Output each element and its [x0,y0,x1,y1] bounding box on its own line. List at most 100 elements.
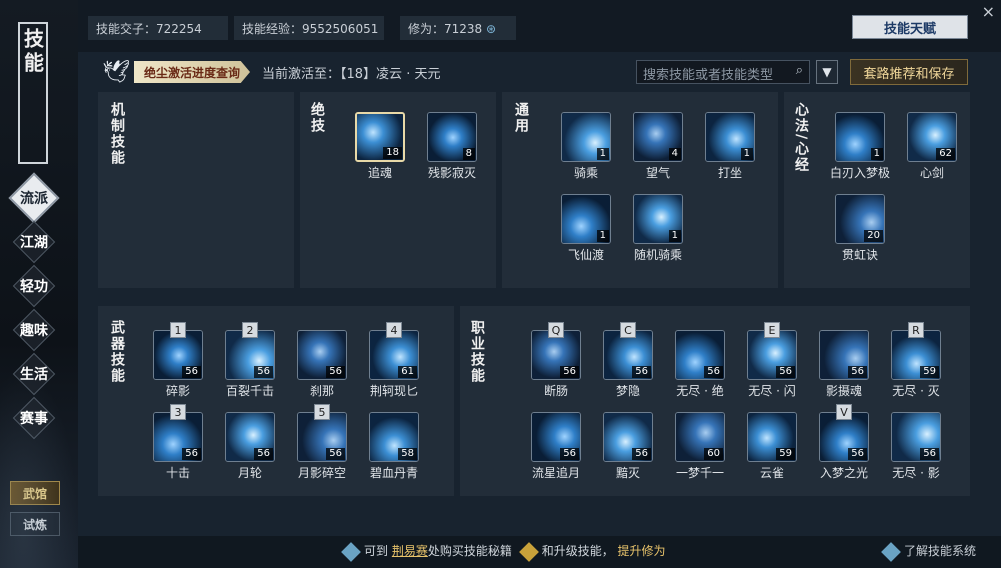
skill-slot[interactable]: 58 碧血丹青 [364,412,424,482]
skill-slot[interactable]: 18 追魂 [350,112,410,182]
skill-slot[interactable]: 4 望气 [628,112,688,182]
save-routine-button[interactable]: 套路推荐和保存 [850,59,968,85]
market-link[interactable]: 荆易赛 [392,544,428,558]
skill-icon[interactable]: 59 [747,412,797,462]
help-icon [881,541,901,562]
progress-query-button[interactable]: 绝尘激活进度查询 [134,61,251,83]
skill-icon[interactable]: 1 [561,194,611,244]
skill-icon[interactable]: 1 [561,112,611,162]
skill-level: 56 [560,366,579,378]
skill-slot[interactable]: 59 R 无尽 · 灭 [886,322,946,400]
skill-icon[interactable]: 56 [297,330,347,380]
skill-name: 流星追月 [531,466,580,480]
close-icon[interactable]: × [982,2,995,21]
footer-hint: 可到 荆易赛处购买技能秘籍 和升级技能， 提升修为 [341,541,666,562]
skill-icon[interactable]: 18 [355,112,405,162]
skill-name: 碧血丹青 [369,466,418,480]
coin-stat: 技能交子：722254 [88,16,228,40]
hotkey-badge: 5 [314,404,330,420]
skill-icon[interactable]: 56 [891,412,941,462]
skill-level: 4 [668,148,681,160]
ultimate-panel: 绝技 18 追魂 8 残影寂灭 [300,92,496,288]
skill-icon[interactable]: 56 [531,412,581,462]
nav-shenghuo[interactable]: 生活 [6,354,62,394]
skill-level: 18 [383,147,402,159]
upgrade-link[interactable]: 提升修为 [618,544,666,558]
skill-slot[interactable]: 56 黯灭 [598,412,658,482]
talent-button[interactable]: 技能天赋 [852,15,968,39]
skill-slot[interactable]: 56 1 碎影 [148,322,208,400]
skill-slot[interactable]: 1 骑乘 [556,112,616,182]
skill-level: 20 [864,230,883,242]
nav-qinggong[interactable]: 轻功 [6,266,62,306]
skill-slot[interactable]: 1 随机骑乘 [628,194,688,264]
skill-slot[interactable]: 56 E 无尽 · 闪 [742,322,802,400]
skill-name: 月轮 [237,466,262,480]
skill-slot[interactable]: 20 贯虹诀 [830,194,890,264]
skill-level: 56 [254,366,273,378]
search-input[interactable]: 搜索技能或者技能类型 ⌕ [636,60,810,84]
nav-shilian[interactable]: 试炼 [10,512,60,536]
skill-slot[interactable]: 61 4 荆轲现匕 [364,322,424,400]
skill-slot[interactable]: 56 刹那 [292,330,352,400]
main-panel: 技能交子：722254 技能经验：9552506051 修为：71238 ⊛ 技… [78,0,1001,568]
skill-slot[interactable]: 60 一梦千一 [670,412,730,482]
skill-icon[interactable]: 8 [427,112,477,162]
nav-jianghu[interactable]: 江湖 [6,222,62,262]
hotkey-badge: E [764,322,780,338]
skill-slot[interactable]: 56 流星追月 [526,412,586,482]
hotkey-badge: 3 [170,404,186,420]
section-ultimate: 绝技 [309,102,325,134]
skill-level: 1 [668,230,681,242]
skill-icon[interactable]: 60 [675,412,725,462]
skill-slot[interactable]: 56 Q 断肠 [526,322,586,400]
skill-slot[interactable]: 62 心剑 [902,112,962,182]
skill-icon[interactable]: 56 [603,412,653,462]
skill-level: 56 [560,448,579,460]
skill-slot[interactable]: 56 月轮 [220,412,280,482]
skill-level: 62 [936,148,955,160]
cultivation-icon[interactable]: ⊛ [486,22,496,36]
nav-saishi[interactable]: 赛事 [6,398,62,438]
skill-slot[interactable]: 56 无尽 · 影 [886,412,946,482]
skill-slot[interactable]: 59 云雀 [742,412,802,482]
skill-slot[interactable]: 56 无尽 · 绝 [670,330,730,400]
skill-slot[interactable]: 56 影摄魂 [814,330,874,400]
nav-liupai[interactable]: 流派 [6,178,62,218]
skill-name: 残影寂灭 [427,166,476,180]
nav-quwei[interactable]: 趣味 [6,310,62,350]
skill-slot[interactable]: 56 5 月影碎空 [292,404,352,482]
skill-icon[interactable]: 1 [633,194,683,244]
skill-name: 贯虹诀 [841,248,878,262]
skill-name: 刹那 [309,384,334,398]
skill-icon[interactable]: 56 [675,330,725,380]
skill-icon[interactable]: 1 [705,112,755,162]
skill-slot[interactable]: 56 V 入梦之光 [814,404,874,482]
skill-slot[interactable]: 1 打坐 [700,112,760,182]
skill-icon[interactable]: 4 [633,112,683,162]
skill-icon[interactable]: 56 [225,412,275,462]
help-link[interactable]: 了解技能系统 [881,541,976,562]
info-icon [341,541,361,562]
skill-slot[interactable]: 1 白刃入梦极 [830,112,890,182]
skill-icon[interactable]: 58 [369,412,419,462]
skill-name: 打坐 [717,166,742,180]
skill-slot[interactable]: 56 C 梦隐 [598,322,658,400]
skill-name: 无尽 · 闪 [748,384,796,398]
skill-name: 梦隐 [615,384,640,398]
skill-name: 骑乘 [573,166,598,180]
skill-icon[interactable]: 20 [835,194,885,244]
skill-slot[interactable]: 1 飞仙渡 [556,194,616,264]
skill-name: 入梦之光 [819,466,868,480]
section-mechanic: 机制技能 [109,102,125,166]
skill-icon[interactable]: 62 [907,112,957,162]
skill-slot[interactable]: 56 2 百裂千击 [220,322,280,400]
skill-slot[interactable]: 8 残影寂灭 [422,112,482,182]
search-icon[interactable]: ⌕ [796,63,803,78]
general-panel: 通用 1 骑乘 4 望气 1 打坐 1 飞仙渡 1 随机骑乘 [502,92,778,288]
skill-icon[interactable]: 1 [835,112,885,162]
nav-wuguan[interactable]: 武馆 [10,481,60,505]
skill-icon[interactable]: 56 [819,330,869,380]
filter-icon[interactable]: ▼ [816,60,838,84]
skill-slot[interactable]: 56 3 十击 [148,404,208,482]
